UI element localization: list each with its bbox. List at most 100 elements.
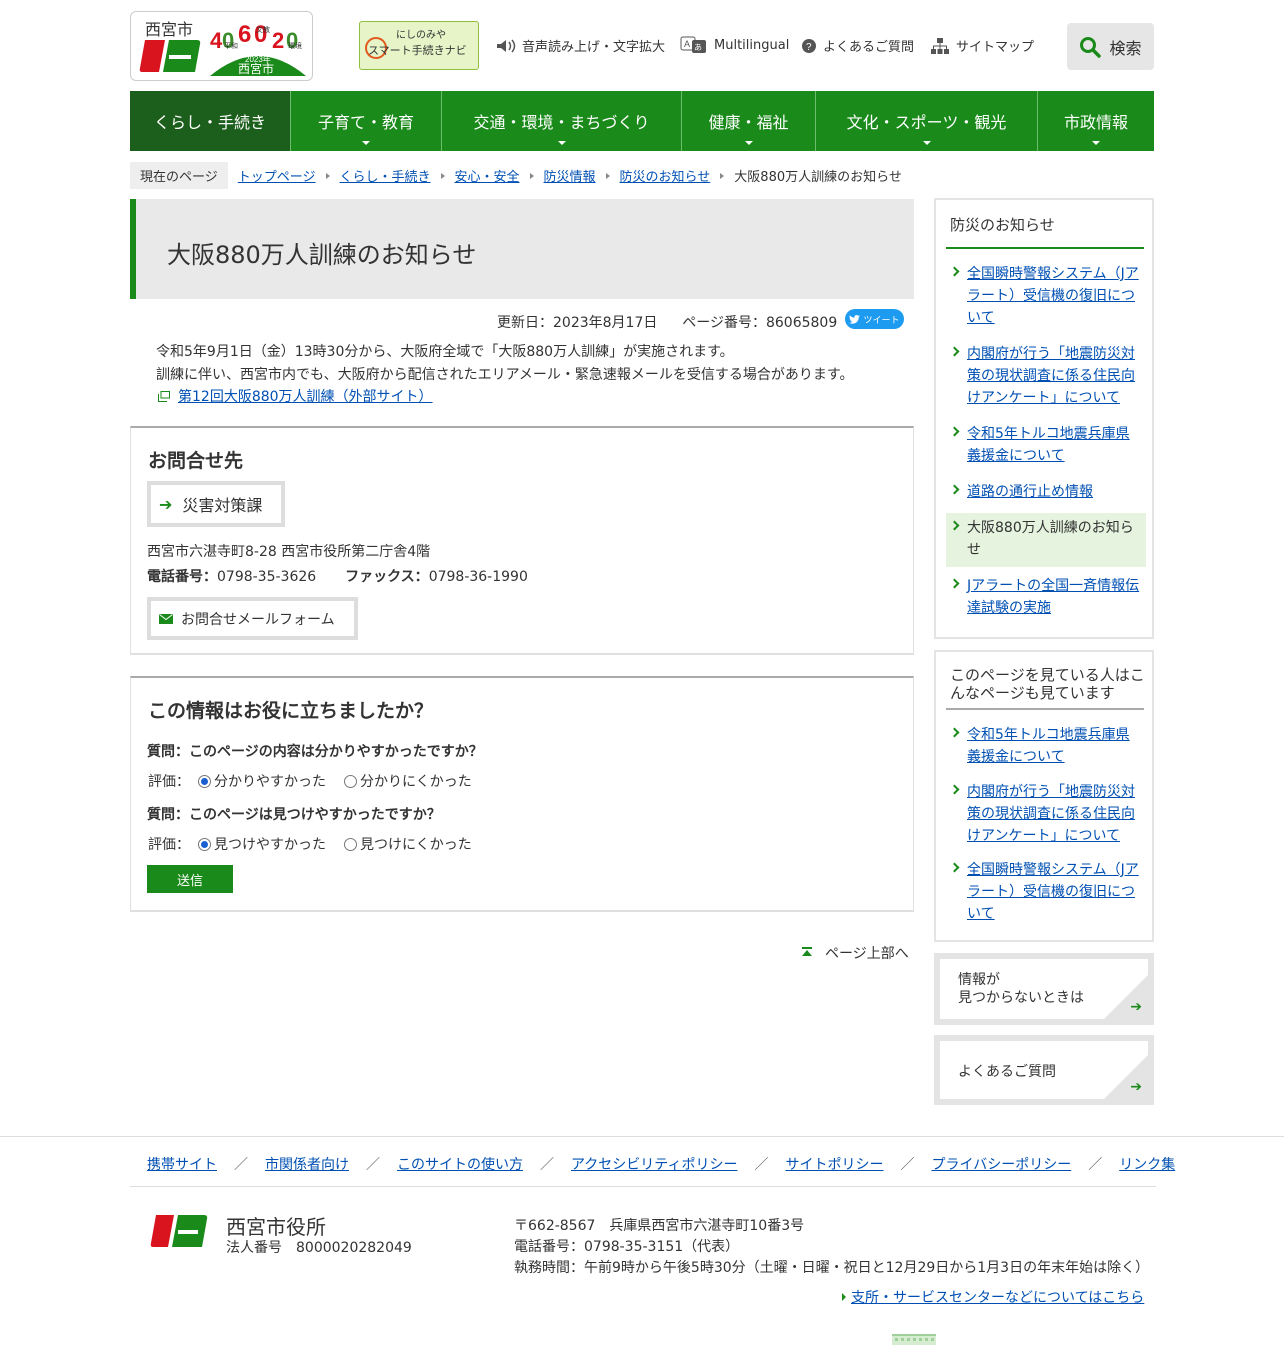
chevron-right-icon [949, 346, 960, 357]
sidebar-link-text[interactable]: 内閣府が行う「地震防災対策の現状調査に係る住民向けアンケート」について [967, 784, 1135, 844]
search-button[interactable]: 検索 [1067, 23, 1154, 70]
breadcrumb-separator-icon [325, 172, 330, 179]
nav-bunka-label: 文化・スポーツ・観光 [846, 113, 1007, 132]
breadcrumb-link[interactable]: 安心・安全 [455, 166, 520, 185]
external-site-link-text[interactable]: 第12回大阪880万人訓練（外部サイト） [178, 386, 433, 406]
chevron-right-icon [949, 727, 960, 738]
rating-row-2: 評価： 見つけやすかった 見つけにくかった [148, 834, 472, 854]
back-to-top-link[interactable]: ページ上部へ [801, 943, 909, 963]
nav-kotsu[interactable]: 交通・環境・まちづくり [442, 91, 682, 151]
radio-hard-to-understand[interactable] [344, 774, 357, 788]
department-link[interactable]: ➔ 災害対策課 [147, 481, 285, 527]
voice-reading-link[interactable]: 音声読み上げ・文字拡大 [496, 36, 665, 55]
sidebar-link-text[interactable]: 全国瞬時警報システム（Jアラート）受信機の復旧について [967, 862, 1139, 922]
footer-link[interactable]: このサイトの使い方 [397, 1154, 523, 1174]
nav-kurashi[interactable]: くらし・手続き [130, 91, 291, 151]
chevron-right-icon [949, 520, 960, 531]
radio-hard-to-understand-label[interactable]: 分かりにくかった [360, 771, 472, 791]
question-2: 質問：このページは見つけやすかったですか？ [147, 807, 441, 823]
faq-header-link[interactable]: ? よくあるご質問 [801, 36, 914, 55]
updated-date: 更新日：2023年8月17日 [497, 315, 658, 331]
page-title: 大阪880万人訓練のお知らせ [167, 241, 477, 269]
footer-separator: ／ [754, 1157, 769, 1173]
anniv-tag-3: 環境 [288, 41, 302, 50]
mail-form-button[interactable]: お問合せメールフォーム [147, 597, 358, 640]
twitter-icon [849, 314, 861, 324]
not-found-help-button[interactable]: 情報が 見つからないときは ➔ [934, 953, 1154, 1025]
sidebar-link[interactable]: 全国瞬時警報システム（Jアラート）受信機の復旧について [946, 858, 1146, 926]
footer-hours: 執務時間：午前9時から午後5時30分（土曜・日曜・祝日と12月29日から1月3日… [514, 1260, 1150, 1276]
nav-kurashi-label: くらし・手続き [153, 113, 266, 132]
not-found-help-label: 情報が 見つからないときは [958, 972, 1084, 1006]
radio-easy-to-find-label[interactable]: 見つけやすかった [214, 834, 326, 854]
nav-kotsu-label: 交通・環境・まちづくり [473, 113, 650, 132]
anniv-tag-1: 平和 [224, 41, 238, 50]
sidebar-link[interactable]: 全国瞬時警報システム（Jアラート）受信機の復旧について [946, 262, 1146, 330]
svg-text:0: 0 [254, 21, 267, 48]
external-site-link[interactable]: 第12回大阪880万人訓練（外部サイト） [158, 386, 433, 406]
sidebar-divider [946, 247, 1144, 249]
sidebar-link-text[interactable]: 令和5年トルコ地震兵庫県義援金について [967, 426, 1130, 464]
svg-text:A: A [684, 39, 690, 49]
branch-office-link-text[interactable]: 支所・サービスセンターなどについてはこちら [851, 1287, 1144, 1307]
svg-text:?: ? [806, 42, 812, 53]
footer-separator: ／ [234, 1157, 248, 1173]
page-title-box: 大阪880万人訓練のお知らせ [130, 199, 914, 299]
breadcrumb-link[interactable]: くらし・手続き [340, 166, 431, 185]
radio-hard-to-find[interactable] [344, 837, 357, 851]
rating-row-1: 評価： 分かりやすかった 分かりにくかった [148, 771, 472, 791]
anniv-city: 西宮市 [238, 61, 274, 76]
fax-label: ファックス： [345, 569, 429, 585]
sidebar-link-text[interactable]: 令和5年トルコ地震兵庫県義援金について [967, 727, 1130, 765]
speaker-icon [497, 39, 516, 52]
footer-separator: ／ [366, 1157, 380, 1173]
sidebar-current-item: 大阪880万人訓練のお知らせ [946, 513, 1146, 567]
sidebar-link-text[interactable]: 全国瞬時警報システム（Jアラート）受信機の復旧について [967, 266, 1139, 326]
search-label: 検索 [1109, 38, 1142, 58]
multilingual-link[interactable]: Aあ Multilingual [680, 36, 789, 54]
faq-header-label: よくあるご質問 [823, 40, 915, 55]
radio-understandable-label[interactable]: 分かりやすかった [214, 771, 326, 791]
sitemap-link[interactable]: サイトマップ [930, 36, 1034, 55]
sitemap-icon [931, 37, 949, 54]
sidebar-link[interactable]: 道路の通行止め情報 [946, 480, 1146, 504]
footer-phone: 電話番号：0798-35-3151（代表） [514, 1239, 740, 1255]
radio-hard-to-find-label[interactable]: 見つけにくかった [360, 834, 472, 854]
footer-link[interactable]: サイトポリシー [785, 1154, 883, 1174]
voice-reading-label: 音声読み上げ・文字拡大 [522, 40, 666, 55]
footer-separator: ／ [540, 1157, 554, 1173]
radio-understandable[interactable] [198, 774, 211, 788]
submit-button[interactable]: 送信 [147, 865, 233, 893]
footer-link[interactable]: アクセシビリティポリシー [571, 1154, 737, 1174]
breadcrumb-link[interactable]: 防災のお知らせ [620, 166, 711, 185]
sidebar-link-text[interactable]: 道路の通行止め情報 [967, 484, 1093, 500]
tel-value: 0798-35-3626 [217, 569, 317, 585]
sidebar-link[interactable]: 令和5年トルコ地震兵庫県義援金について [946, 723, 1146, 769]
sidebar-link[interactable]: Jアラートの全国一斉情報伝達試験の実施 [946, 574, 1146, 620]
anniversary-logo-icon: 4 0 6 0 2 0 平和 文教 環境 2023年 西宮市 [208, 18, 308, 76]
sidebar-link[interactable]: 令和5年トルコ地震兵庫県義援金について [946, 422, 1146, 468]
nav-bunka[interactable]: 文化・スポーツ・観光 [816, 91, 1038, 151]
footer-link[interactable]: プライバシーポリシー [931, 1154, 1071, 1174]
nav-shisei[interactable]: 市政情報 [1038, 91, 1154, 151]
faq-sidebar-button[interactable]: よくあるご質問 ➔ [934, 1035, 1154, 1105]
sidebar-link[interactable]: 内閣府が行う「地震防災対策の現状調査に係る住民向けアンケート」について [946, 780, 1146, 848]
translate-icon: Aあ [680, 36, 706, 53]
tweet-button[interactable]: ツイート [845, 309, 904, 329]
nav-kenko[interactable]: 健康・福祉 [682, 91, 816, 151]
footer-separator: ／ [900, 1157, 915, 1173]
radio-easy-to-find[interactable] [198, 837, 211, 851]
breadcrumb-link[interactable]: 防災情報 [544, 166, 596, 185]
city-emblem-icon [150, 1215, 208, 1247]
smart-navi-banner[interactable]: にしのみや スマート手続きナビ [359, 21, 479, 70]
footer-link[interactable]: 市関係者向け [265, 1154, 349, 1174]
nav-kosodate[interactable]: 子育て・教育 [291, 91, 442, 151]
branch-office-link[interactable]: 支所・サービスセンターなどについてはこちら [842, 1287, 1144, 1307]
rating-label: 評価： [148, 837, 190, 853]
footer-link[interactable]: リンク集 [1119, 1154, 1175, 1174]
sidebar-link[interactable]: 内閣府が行う「地震防災対策の現状調査に係る住民向けアンケート」について [946, 342, 1146, 410]
footer-link[interactable]: 携帯サイト [147, 1154, 217, 1174]
sidebar-link-text[interactable]: 内閣府が行う「地震防災対策の現状調査に係る住民向けアンケート」について [967, 346, 1135, 406]
breadcrumb-link[interactable]: トップページ [238, 166, 316, 185]
sidebar-link-text[interactable]: Jアラートの全国一斉情報伝達試験の実施 [967, 578, 1139, 616]
